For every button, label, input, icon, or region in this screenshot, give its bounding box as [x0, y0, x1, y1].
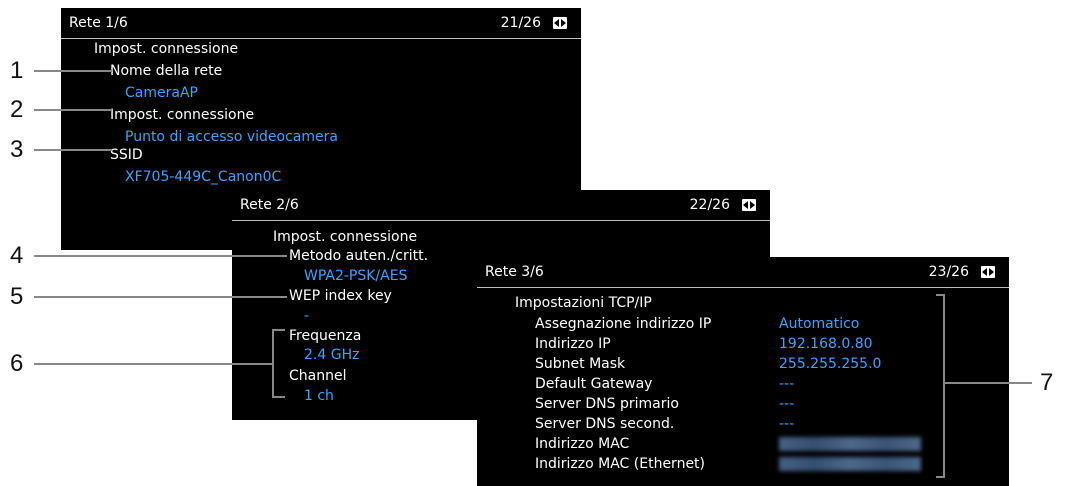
- section-heading: Impost. connessione: [273, 229, 418, 245]
- auth-method-label: Metodo auten./critt.: [289, 248, 429, 264]
- ip-address-label: Indirizzo IP: [535, 336, 611, 352]
- left-right-arrows-icon: [553, 17, 567, 29]
- subnet-mask-value: 255.255.255.0: [779, 356, 882, 372]
- callout-1: 1: [10, 57, 24, 84]
- network-screen-3: Rete 3/6 23/26 Impostazioni TCP/IP Asseg…: [477, 257, 1009, 486]
- left-right-arrows-icon: [742, 199, 756, 211]
- default-gateway-label: Default Gateway: [535, 376, 653, 392]
- screen-title: Rete 1/6: [69, 15, 128, 31]
- ip-address-value: 192.168.0.80: [779, 336, 873, 352]
- network-name-value: CameraAP: [125, 85, 198, 101]
- network-name-label: Nome della rete: [110, 63, 223, 79]
- screen-title: Rete 2/6: [240, 197, 299, 213]
- callout-3: 3: [10, 136, 24, 163]
- ip-assignment-label: Assegnazione indirizzo IP: [535, 316, 712, 332]
- screen-title: Rete 3/6: [485, 264, 544, 280]
- default-gateway-value: ---: [779, 376, 795, 392]
- connection-settings-label: Impost. connessione: [110, 107, 255, 123]
- channel-label: Channel: [289, 368, 347, 384]
- connection-settings-value: Punto di accesso videocamera: [125, 129, 338, 145]
- section-heading: Impostazioni TCP/IP: [515, 295, 652, 311]
- page-indicator: 21/26: [500, 15, 541, 31]
- mac-address-label: Indirizzo MAC: [535, 436, 630, 452]
- ssid-label: SSID: [110, 147, 143, 163]
- screen-header: Rete 2/6 22/26: [232, 190, 770, 221]
- ssid-value: XF705-449C_Canon0C: [125, 169, 282, 185]
- primary-dns-value: ---: [779, 396, 795, 412]
- left-right-arrows-icon: [981, 266, 995, 278]
- mac-address-blurred: [779, 437, 921, 451]
- mac-address-ethernet-blurred: [779, 457, 921, 471]
- page-indicator: 22/26: [689, 197, 730, 213]
- ip-assignment-value: Automatico: [779, 316, 860, 332]
- screen-header: Rete 1/6 21/26: [61, 8, 581, 39]
- secondary-dns-label: Server DNS second.: [535, 416, 675, 432]
- frequency-label: Frequenza: [289, 328, 362, 344]
- subnet-mask-label: Subnet Mask: [535, 356, 626, 372]
- primary-dns-label: Server DNS primario: [535, 396, 679, 412]
- section-heading: Impost. connessione: [94, 41, 239, 57]
- callout-5: 5: [10, 283, 24, 310]
- callout-6: 6: [10, 350, 24, 377]
- callout-7: 7: [1040, 369, 1054, 396]
- mac-address-ethernet-label: Indirizzo MAC (Ethernet): [535, 456, 706, 472]
- wep-index-key-label: WEP index key: [289, 288, 392, 304]
- auth-method-value: WPA2-PSK/AES: [304, 268, 408, 284]
- callout-4: 4: [10, 242, 24, 269]
- page-indicator: 23/26: [928, 264, 969, 280]
- screen-header: Rete 3/6 23/26: [477, 257, 1009, 288]
- channel-value: 1 ch: [304, 388, 334, 404]
- secondary-dns-value: ---: [779, 416, 795, 432]
- wep-index-key-value: -: [304, 308, 310, 324]
- callout-2: 2: [10, 96, 24, 123]
- frequency-value: 2.4 GHz: [304, 347, 360, 363]
